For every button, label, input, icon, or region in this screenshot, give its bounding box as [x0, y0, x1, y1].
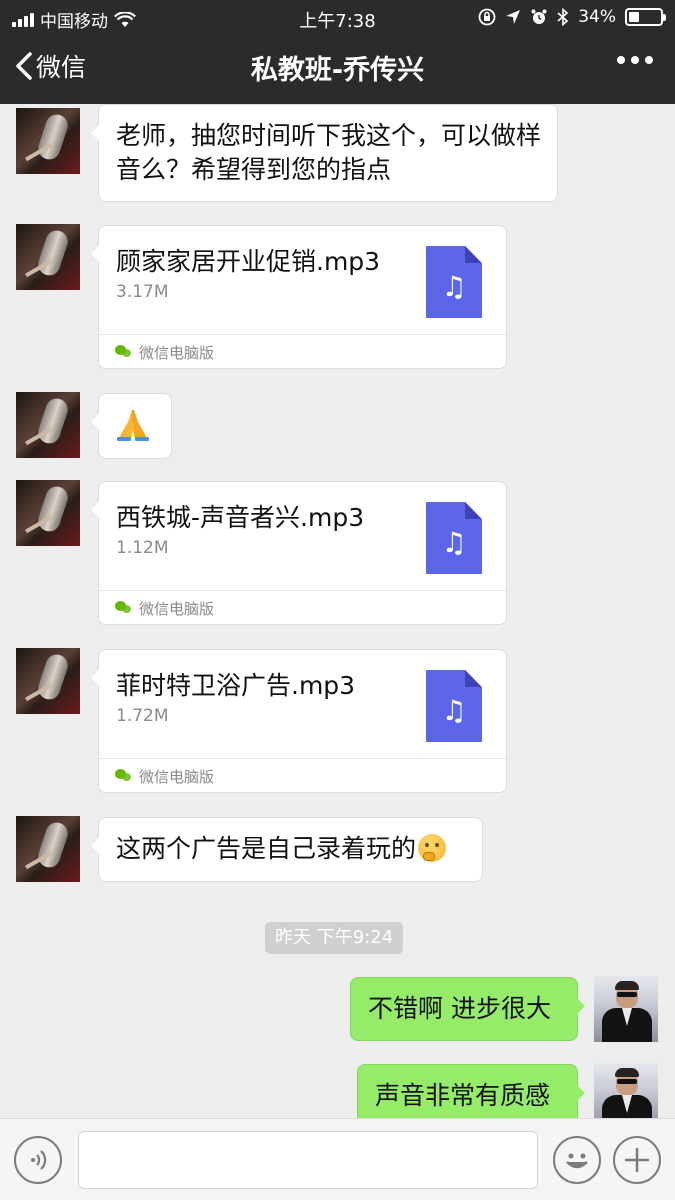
add-button[interactable] — [613, 1136, 661, 1184]
avatar[interactable] — [594, 976, 658, 1042]
avatar[interactable] — [16, 816, 80, 882]
message-bubble[interactable]: 声音非常有质感 — [357, 1064, 585, 1118]
message-text: 声音非常有质感 — [375, 1081, 551, 1110]
avatar[interactable] — [16, 108, 80, 174]
more-dot — [631, 56, 639, 64]
status-bar: 中国移动 上午7:38 34% — [0, 0, 675, 34]
location-icon — [506, 10, 521, 24]
message-text: 不错啊 进步很大 — [368, 994, 551, 1023]
more-dot — [617, 56, 625, 64]
avatar[interactable] — [594, 1063, 658, 1118]
file-source: 微信电脑版 — [99, 590, 506, 624]
input-bar — [0, 1118, 675, 1200]
message-text: 老师，抽您时间听下我这个，可以做样音么？希望得到您的指点 — [116, 121, 542, 184]
message-input[interactable] — [78, 1131, 538, 1189]
message-bubble[interactable]: 这两个广告是自己录着玩的 — [91, 817, 483, 882]
battery-icon — [625, 8, 666, 26]
more-dot — [645, 56, 653, 64]
file-size: 1.12M — [116, 538, 169, 558]
source-label: 微信电脑版 — [139, 600, 215, 618]
top-bar: 中国移动 上午7:38 34% 微信 私教班-乔传兴 — [0, 0, 675, 104]
message-bubble[interactable]: 不错啊 进步很大 — [350, 977, 585, 1041]
source-label: 微信电脑版 — [139, 768, 215, 786]
bluetooth-icon — [557, 8, 569, 26]
music-file-icon: ♫ — [426, 502, 482, 574]
file-message[interactable]: 西铁城-声音者兴.mp3 1.12M ♫ 微信电脑版 — [91, 481, 507, 625]
avatar[interactable] — [16, 480, 80, 546]
message-bubble[interactable]: 老师，抽您时间听下我这个，可以做样音么？希望得到您的指点 — [91, 104, 558, 202]
message-text: 这两个广告是自己录着玩的 — [116, 834, 417, 863]
music-file-icon: ♫ — [426, 670, 482, 742]
avatar[interactable] — [16, 648, 80, 714]
voice-button[interactable] — [14, 1136, 62, 1184]
source-label: 微信电脑版 — [139, 344, 215, 362]
nav-bar: 微信 私教班-乔传兴 — [0, 34, 675, 104]
message-content: 这两个广告是自己录着玩的 — [116, 832, 447, 866]
avatar[interactable] — [16, 224, 80, 290]
wechat-icon — [115, 601, 131, 614]
file-size: 3.17M — [116, 282, 169, 302]
alarm-icon — [531, 9, 547, 24]
avatar[interactable] — [16, 392, 80, 458]
emoji-message[interactable] — [91, 393, 172, 459]
wechat-icon — [115, 769, 131, 782]
file-name: 顾家家居开业促销.mp3 — [116, 247, 381, 276]
chat-area[interactable]: 老师，抽您时间听下我这个，可以做样音么？希望得到您的指点 顾家家居开业促销.mp… — [0, 104, 675, 1118]
timestamp: 昨天 下午9:24 — [265, 922, 404, 954]
file-name: 菲时特卫浴广告.mp3 — [116, 671, 356, 700]
thinking-face-icon — [418, 834, 447, 862]
voice-icon — [31, 1150, 47, 1170]
file-name: 西铁城-声音者兴.mp3 — [116, 503, 365, 532]
music-file-icon: ♫ — [426, 246, 482, 318]
battery-percent: 34% — [578, 7, 616, 27]
chat-title: 私教班-乔传兴 — [250, 55, 425, 86]
file-source: 微信电脑版 — [99, 334, 506, 368]
file-message[interactable]: 顾家家居开业促销.mp3 3.17M ♫ 微信电脑版 — [91, 225, 507, 369]
emoji-button[interactable] — [553, 1136, 601, 1184]
orientation-lock-icon — [478, 8, 496, 26]
add-icon — [625, 1148, 649, 1172]
wechat-icon — [115, 345, 131, 358]
more-button[interactable] — [617, 56, 653, 64]
file-message[interactable]: 菲时特卫浴广告.mp3 1.72M ♫ 微信电脑版 — [91, 649, 507, 793]
file-source: 微信电脑版 — [99, 758, 506, 792]
file-size: 1.72M — [116, 706, 169, 726]
folded-hands-icon — [117, 410, 149, 441]
emoji-icon — [566, 1153, 588, 1169]
